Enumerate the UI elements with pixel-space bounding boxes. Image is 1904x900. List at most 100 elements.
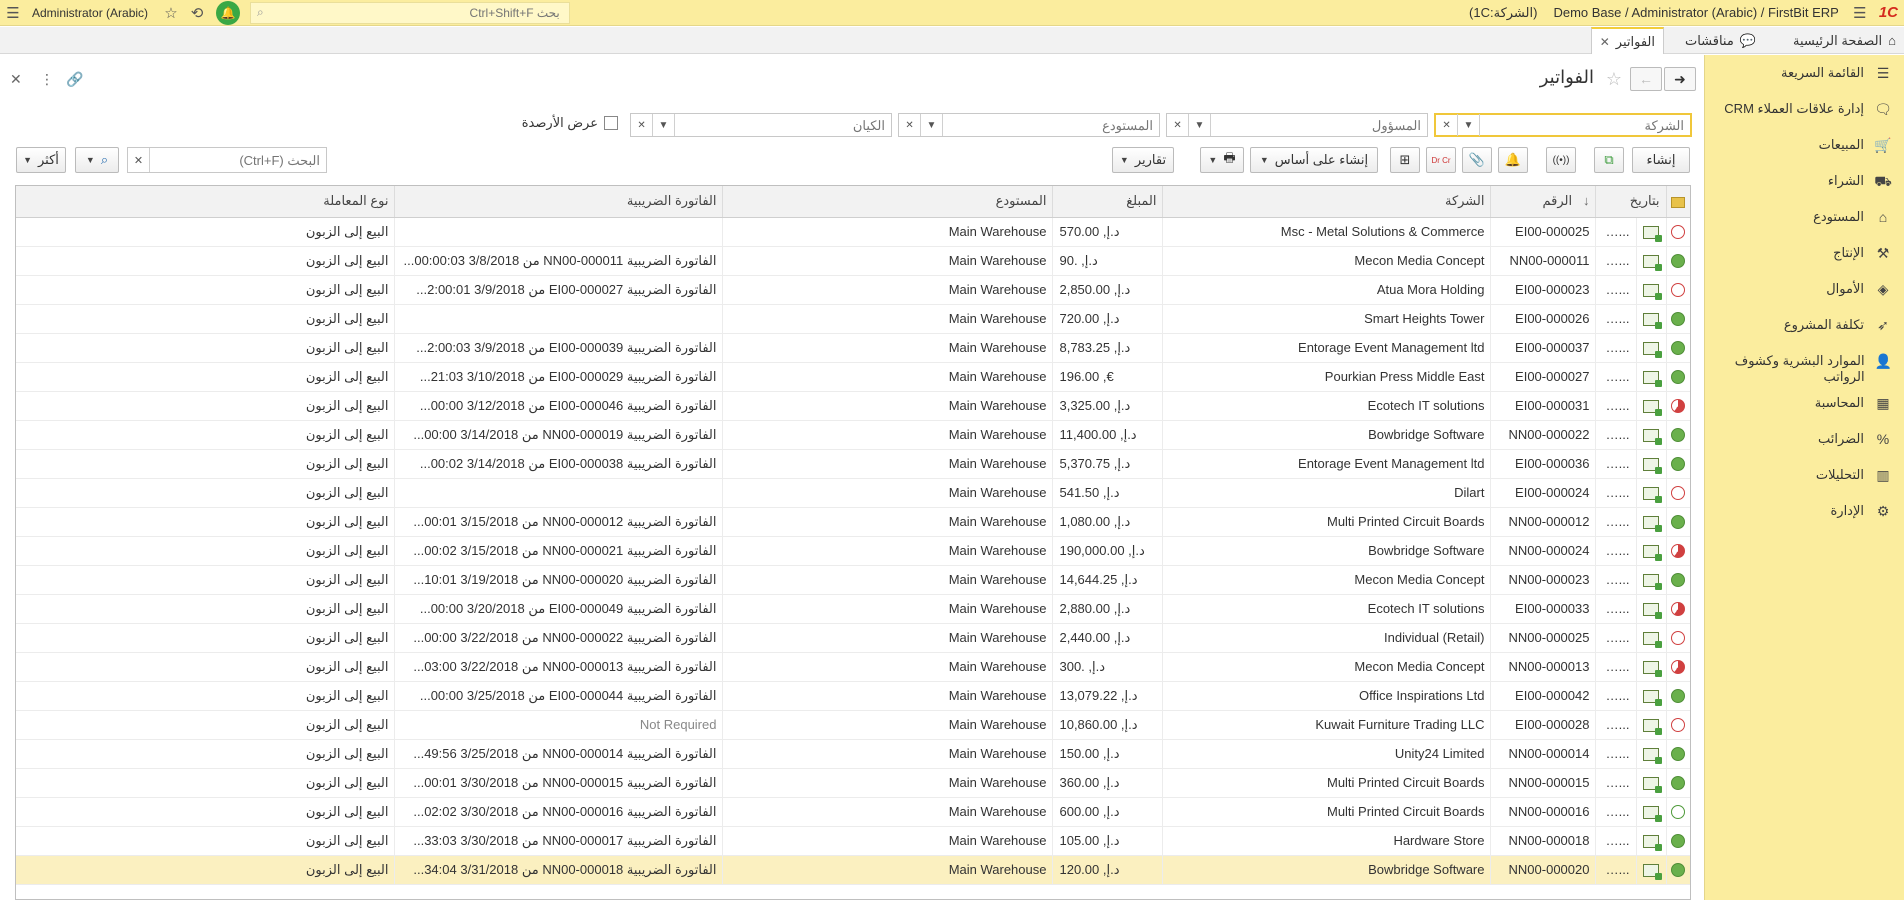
- post-button[interactable]: ((•)): [1546, 147, 1576, 173]
- sidebar-item-warehouse[interactable]: ⌂ المستودع: [1705, 199, 1904, 235]
- search-button[interactable]: ⌕ ▼: [75, 147, 119, 173]
- table-row[interactable]: ...018 EI00-000026 Smart Heights Tower 720.…: [16, 304, 1690, 334]
- chevron-down-icon[interactable]: ▼: [1458, 114, 1480, 136]
- structure-button[interactable]: ⊞: [1390, 147, 1420, 173]
- posted-document-icon: [1643, 661, 1662, 678]
- clear-icon[interactable]: ✕: [631, 114, 653, 136]
- warehouse-filter-input[interactable]: [943, 115, 1159, 135]
- print-button[interactable]: 🖶 ▼: [1200, 147, 1244, 173]
- close-tab-icon[interactable]: ✕: [1600, 35, 1610, 49]
- table-row[interactable]: ...018 NN00-000024 Bowbridge Software 190,0…: [16, 536, 1690, 566]
- table-row[interactable]: ...018 NN00-000025 Individual (Retail) 2,44…: [16, 623, 1690, 653]
- table-row[interactable]: ...018 NN00-000022 Bowbridge Software 11,40…: [16, 420, 1690, 450]
- clear-icon[interactable]: ✕: [899, 114, 921, 136]
- entity-filter-input[interactable]: [675, 115, 891, 135]
- table-row[interactable]: ...018 NN00-000011 Mecon Media Concept 90. …: [16, 246, 1690, 276]
- main-menu-icon[interactable]: ☰: [1847, 0, 1873, 26]
- sidebar-item-gear[interactable]: ⚙ الإدارة: [1705, 493, 1904, 529]
- sidebar-item-chart[interactable]: ▥ التحليلات: [1705, 457, 1904, 493]
- sidebar-item-chat[interactable]: 🗨 إدارة علاقات العملاء CRM: [1705, 91, 1904, 127]
- table-row[interactable]: ...018 NN00-000016 Multi Printed Circuit B…: [16, 797, 1690, 827]
- back-button[interactable]: ←: [1630, 67, 1662, 91]
- table-row[interactable]: ...018 EI00-000024 Dilart 541.50 ,د.إ Main W…: [16, 478, 1690, 508]
- company-filter[interactable]: ▼ ✕: [1434, 113, 1692, 137]
- clear-icon[interactable]: ✕: [1167, 114, 1189, 136]
- chevron-down-icon[interactable]: ▼: [653, 114, 675, 136]
- hamburger-icon[interactable]: ☰: [0, 0, 26, 26]
- responsible-filter[interactable]: ▼ ✕: [1166, 113, 1428, 137]
- sidebar-item-person[interactable]: 👤 الموارد البشرية وكشوف الرواتب: [1705, 343, 1904, 385]
- create-button[interactable]: إنشاء: [1632, 147, 1690, 173]
- table-row[interactable]: ...018 EI00-000037 Entorage Event Manageme…: [16, 333, 1690, 363]
- clear-icon[interactable]: ✕: [128, 148, 150, 172]
- chevron-down-icon[interactable]: ▼: [1189, 114, 1211, 136]
- clear-icon[interactable]: ✕: [1436, 114, 1458, 136]
- printer-icon: 🖶: [1223, 150, 1236, 165]
- favorite-star-icon[interactable]: ☆: [1606, 69, 1622, 90]
- tab-home[interactable]: ⌂ الصفحة الرئيسية: [1785, 27, 1904, 54]
- reports-button[interactable]: تقارير ▼: [1112, 147, 1174, 173]
- sidebar-item-truck[interactable]: ⛟ الشراء: [1705, 163, 1904, 199]
- table-row[interactable]: ...018 EI00-000031 Ecotech IT solutions 3,3…: [16, 391, 1690, 421]
- table-row[interactable]: ...018 NN00-000014 Unity24 Limited 150.00 ,…: [16, 739, 1690, 769]
- table-row[interactable]: ...018 EI00-000027 Pourkian Press Middle E…: [16, 362, 1690, 392]
- column-header-tax-invoice[interactable]: الفاتورة الضريبية: [394, 186, 723, 218]
- table-row[interactable]: ...018 EI00-000023 Atua Mora Holding 2,850.…: [16, 275, 1690, 305]
- table-row[interactable]: ...018 NN00-000015 Multi Printed Circuit B…: [16, 768, 1690, 798]
- cell-warehouse: Main Warehouse: [722, 246, 1053, 276]
- close-icon[interactable]: ✕: [10, 71, 22, 88]
- table-row[interactable]: ...018 EI00-000036 Entorage Event Manageme…: [16, 449, 1690, 479]
- column-header-status[interactable]: [1665, 186, 1690, 218]
- table-row[interactable]: ...018 NN00-000012 Multi Printed Circuit B…: [16, 507, 1690, 537]
- status-green-icon: [1671, 428, 1686, 443]
- show-balances-checkbox[interactable]: [604, 116, 618, 130]
- sidebar-item-percent[interactable]: % الضرائب: [1705, 421, 1904, 457]
- reminder-button[interactable]: 🔔: [1498, 147, 1528, 173]
- current-user[interactable]: Administrator (Arabic): [26, 6, 158, 20]
- company-filter-input[interactable]: [1480, 115, 1690, 135]
- global-search[interactable]: ⌕: [250, 1, 571, 24]
- sidebar-item-calculator[interactable]: ▦ المحاسبة: [1705, 385, 1904, 421]
- responsible-filter-input[interactable]: [1211, 115, 1427, 135]
- create-based-on-button[interactable]: إنشاء على أساس ▼: [1250, 147, 1378, 173]
- table-row[interactable]: ...018 EI00-000025 Msc - Metal Solutions &…: [16, 217, 1690, 247]
- table-row[interactable]: ...018 NN00-000018 Hardware Store 105.00 ,د…: [16, 826, 1690, 856]
- column-header-number[interactable]: ↓ الرقم: [1490, 186, 1596, 218]
- global-search-input[interactable]: [269, 5, 560, 20]
- list-search-input[interactable]: [150, 152, 326, 168]
- sidebar-item-money[interactable]: ◈ الأموال: [1705, 271, 1904, 307]
- table-row[interactable]: ...018 EI00-000033 Ecotech IT solutions 2,8…: [16, 594, 1690, 624]
- column-header-warehouse[interactable]: المستودع: [722, 186, 1053, 218]
- sidebar-item-menu[interactable]: ☰ القائمة السريعة: [1705, 55, 1904, 91]
- warehouse-filter[interactable]: ▼ ✕: [898, 113, 1160, 137]
- star-icon[interactable]: ☆: [158, 0, 184, 26]
- sidebar-item-rocket[interactable]: ➶ تكلفة المشروع: [1705, 307, 1904, 343]
- sidebar-item-basket[interactable]: 🛒 المبيعات: [1705, 127, 1904, 163]
- chevron-down-icon[interactable]: ▼: [921, 114, 943, 136]
- dr-cr-button[interactable]: Dr Cr: [1426, 147, 1456, 173]
- table-row[interactable]: ...018 NN00-000013 Mecon Media Concept 300.…: [16, 652, 1690, 682]
- attachments-button[interactable]: 📎: [1462, 147, 1492, 173]
- column-header-amount[interactable]: المبلغ: [1052, 186, 1163, 218]
- forward-button[interactable]: ➜: [1664, 67, 1696, 91]
- show-balances-option[interactable]: عرض الأرصدة: [522, 115, 618, 131]
- column-header-operation[interactable]: نوع المعاملة: [16, 186, 395, 218]
- table-row[interactable]: ...018 NN00-000023 Mecon Media Concept 14,6…: [16, 565, 1690, 595]
- column-header-date[interactable]: بتاريخ: [1595, 186, 1666, 218]
- entity-filter[interactable]: ▼ ✕: [630, 113, 892, 137]
- more-options-icon[interactable]: ⋮: [40, 71, 54, 88]
- tab-invoices[interactable]: الفواتير ✕: [1590, 27, 1664, 54]
- link-icon[interactable]: 🔗: [66, 71, 83, 88]
- sidebar-item-factory[interactable]: ⚒ الإنتاج: [1705, 235, 1904, 271]
- tab-discussions[interactable]: 💬 مناقشات: [1677, 27, 1764, 54]
- list-search[interactable]: ✕: [127, 147, 327, 173]
- table-row[interactable]: ...018 NN00-000020 Bowbridge Software 120.0…: [16, 855, 1690, 885]
- notifications-bell-icon[interactable]: 🔔: [216, 0, 241, 25]
- column-header-company[interactable]: الشركة: [1162, 186, 1491, 218]
- copy-button[interactable]: ⧉: [1594, 147, 1624, 173]
- table-row[interactable]: ...018 EI00-000042 Office Inspirations Ltd…: [16, 681, 1690, 711]
- more-button[interactable]: أكثر ▼: [16, 147, 66, 173]
- table-row[interactable]: ...018 EI00-000028 Kuwait Furniture Tradin…: [16, 710, 1690, 740]
- invoices-table[interactable]: بتاريخ ↓ الرقم الشركة المبلغ المستودع ال…: [15, 185, 1691, 900]
- history-icon[interactable]: ⟲: [184, 0, 210, 26]
